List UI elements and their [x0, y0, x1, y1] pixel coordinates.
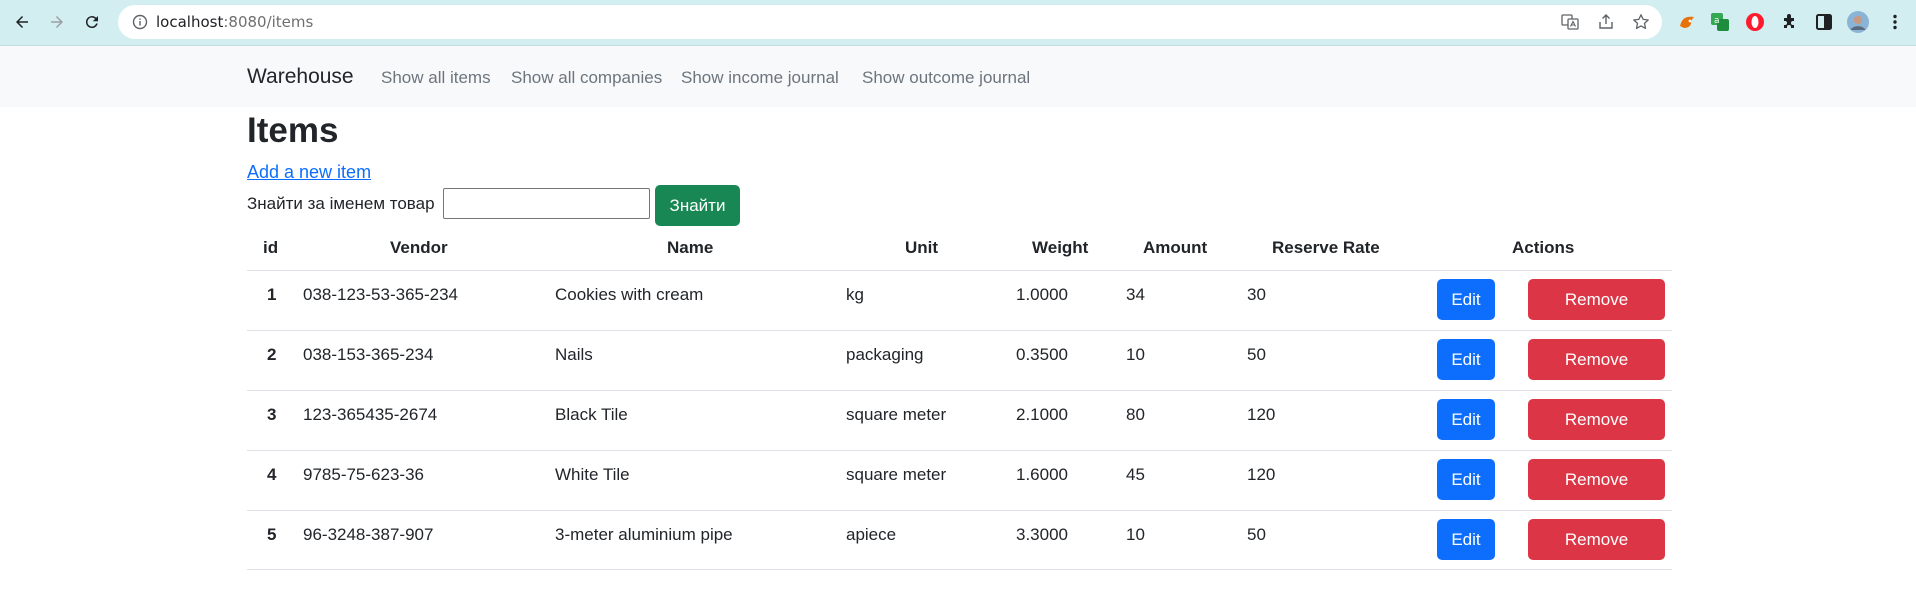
- search-input[interactable]: [443, 188, 650, 219]
- remove-button[interactable]: Remove: [1528, 399, 1665, 440]
- cell-amount: 34: [1126, 285, 1145, 304]
- side-panel-icon[interactable]: [1813, 11, 1835, 33]
- remove-button[interactable]: Remove: [1528, 279, 1665, 320]
- extension-fox-icon[interactable]: [1676, 11, 1698, 33]
- url-host: localhost: [156, 13, 224, 31]
- header-actions: Actions: [1512, 238, 1575, 257]
- url-path: :8080/items: [223, 13, 314, 31]
- nav-link-all-items[interactable]: Show all items: [381, 67, 491, 89]
- edit-button[interactable]: Edit: [1437, 519, 1495, 560]
- cell-id: 5: [267, 525, 277, 544]
- cell-reserve-rate: 50: [1247, 525, 1266, 544]
- search-button[interactable]: Знайти: [655, 185, 740, 226]
- cell-weight: 0.3500: [1016, 345, 1068, 364]
- header-id: id: [263, 238, 279, 257]
- table-row: 1 038-123-53-365-234 Cookies with cream …: [247, 270, 1672, 330]
- cell-reserve-rate: 30: [1247, 285, 1266, 304]
- extension-translate-icon[interactable]: a: [1709, 11, 1731, 33]
- cell-unit: square meter: [846, 465, 947, 484]
- edit-button[interactable]: Edit: [1437, 399, 1495, 440]
- cell-amount: 10: [1126, 525, 1145, 544]
- header-unit: Unit: [905, 238, 939, 257]
- nav-link-all-companies[interactable]: Show all companies: [511, 67, 662, 89]
- cell-vendor: 123-365435-2674: [303, 405, 438, 424]
- reload-icon[interactable]: [80, 10, 104, 34]
- cell-vendor: 9785-75-623-36: [303, 465, 424, 484]
- cell-amount: 80: [1126, 405, 1145, 424]
- table-row: 3 123-365435-2674 Black Tile square mete…: [247, 390, 1672, 450]
- menu-kebab-icon[interactable]: [1884, 11, 1906, 33]
- opera-icon[interactable]: [1744, 11, 1766, 33]
- translate-icon[interactable]: [1561, 13, 1579, 31]
- remove-button[interactable]: Remove: [1528, 339, 1665, 380]
- cell-name: Nails: [555, 345, 593, 364]
- cell-unit: apiece: [846, 525, 897, 544]
- cell-id: 2: [267, 345, 277, 364]
- site-navbar: Warehouse Show all items Show all compan…: [0, 46, 1916, 107]
- address-bar[interactable]: localhost:8080/items: [118, 5, 1662, 39]
- add-item-link[interactable]: Add a new item: [247, 161, 371, 183]
- nav-link-outcome-journal[interactable]: Show outcome journal: [862, 67, 1030, 89]
- cell-amount: 10: [1126, 345, 1145, 364]
- cell-vendor: 038-123-53-365-234: [303, 285, 459, 304]
- back-arrow-icon[interactable]: [10, 10, 34, 34]
- cell-amount: 45: [1126, 465, 1145, 484]
- cell-weight: 3.3000: [1016, 525, 1068, 544]
- table-row: 2 038-153-365-234 Nails packaging 0.3500…: [247, 330, 1672, 390]
- table-row: 5 96-3248-387-907 3-meter aluminium pipe…: [247, 510, 1672, 570]
- profile-avatar[interactable]: [1847, 11, 1869, 33]
- bookmark-star-icon[interactable]: [1632, 13, 1650, 31]
- cell-unit: packaging: [846, 345, 924, 364]
- cell-unit: square meter: [846, 405, 947, 424]
- cell-vendor: 038-153-365-234: [303, 345, 434, 364]
- cell-weight: 1.6000: [1016, 465, 1068, 484]
- header-name: Name: [667, 238, 714, 257]
- cell-reserve-rate: 120: [1247, 405, 1276, 424]
- cell-name: 3-meter aluminium pipe: [555, 525, 733, 544]
- cell-name: White Tile: [555, 465, 630, 484]
- edit-button[interactable]: Edit: [1437, 459, 1495, 500]
- svg-text:a: a: [1714, 16, 1720, 26]
- site-info-icon[interactable]: [132, 14, 148, 30]
- navbar-brand[interactable]: Warehouse: [247, 64, 354, 90]
- remove-button[interactable]: Remove: [1528, 459, 1665, 500]
- forward-arrow-icon[interactable]: [45, 10, 69, 34]
- cell-reserve-rate: 120: [1247, 465, 1276, 484]
- header-amount: Amount: [1143, 238, 1208, 257]
- cell-weight: 1.0000: [1016, 285, 1068, 304]
- nav-link-income-journal[interactable]: Show income journal: [681, 67, 839, 89]
- cell-weight: 2.1000: [1016, 405, 1068, 424]
- cell-id: 3: [267, 405, 277, 424]
- cell-id: 4: [267, 465, 277, 484]
- extensions-puzzle-icon[interactable]: [1779, 11, 1801, 33]
- search-label: Знайти за іменем товар: [247, 194, 435, 213]
- url-text: localhost:8080/items: [156, 13, 313, 31]
- cell-reserve-rate: 50: [1247, 345, 1266, 364]
- header-vendor: Vendor: [390, 238, 448, 257]
- edit-button[interactable]: Edit: [1437, 279, 1495, 320]
- header-reserve-rate: Reserve Rate: [1272, 238, 1380, 257]
- cell-vendor: 96-3248-387-907: [303, 525, 434, 544]
- browser-toolbar: localhost:8080/items a: [0, 0, 1916, 46]
- cell-name: Cookies with cream: [555, 285, 704, 304]
- cell-id: 1: [267, 285, 277, 304]
- cell-name: Black Tile: [555, 405, 628, 424]
- share-icon[interactable]: [1597, 13, 1615, 31]
- cell-unit: kg: [846, 285, 864, 304]
- page-title: Items: [247, 111, 339, 150]
- header-weight: Weight: [1032, 238, 1089, 257]
- edit-button[interactable]: Edit: [1437, 339, 1495, 380]
- table-row: 4 9785-75-623-36 White Tile square meter…: [247, 450, 1672, 510]
- remove-button[interactable]: Remove: [1528, 519, 1665, 560]
